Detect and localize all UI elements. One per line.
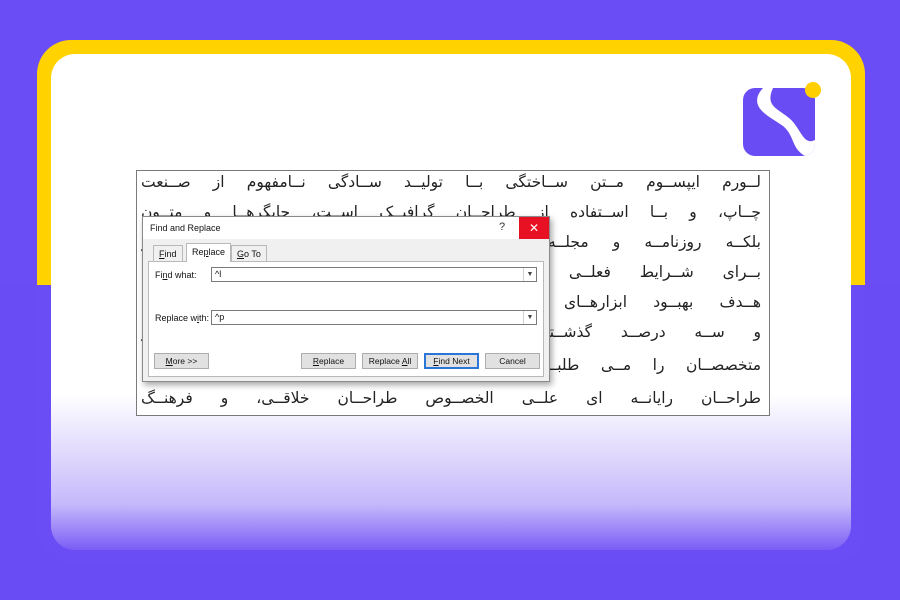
find-what-value: ^l: [215, 269, 222, 279]
replace-with-value: ^p: [215, 312, 225, 322]
replace-with-label: Replace with:: [155, 313, 210, 323]
find-what-input[interactable]: ^l ▼: [211, 267, 537, 282]
tab-goto[interactable]: Go To: [231, 245, 267, 261]
tab-find[interactable]: Find: [153, 245, 183, 261]
find-replace-dialog: Find and Replace ? ✕ Find Replace Go To …: [142, 216, 550, 382]
find-next-button[interactable]: Find Next: [424, 353, 479, 369]
brand-logo: [743, 82, 821, 156]
chevron-down-icon[interactable]: ▼: [523, 268, 536, 281]
replace-with-input[interactable]: ^p ▼: [211, 310, 537, 325]
s-logo-icon: [757, 88, 815, 156]
chevron-down-icon[interactable]: ▼: [523, 311, 536, 324]
replace-button[interactable]: Replace: [301, 353, 356, 369]
document-line: طراحــان رایانــه ای علــی الخصــوص طراح…: [141, 389, 761, 407]
document-line: لــورم ایپســوم مــتن ســاختگی بــا تولی…: [141, 173, 761, 191]
close-button[interactable]: ✕: [519, 217, 549, 239]
tab-replace[interactable]: Replace: [186, 243, 232, 262]
dialog-titlebar: Find and Replace ? ✕: [143, 217, 549, 239]
replace-all-button[interactable]: Replace All: [362, 353, 418, 369]
replace-panel: Find what: ^l ▼ Replace with: ^p ▼ More …: [148, 261, 544, 377]
find-what-label: Find what:: [155, 270, 197, 280]
logo-tile: [743, 88, 815, 156]
cancel-button[interactable]: Cancel: [485, 353, 540, 369]
dialog-title: Find and Replace: [150, 223, 221, 233]
logo-dot-icon: [805, 82, 821, 98]
help-button[interactable]: ?: [499, 221, 505, 233]
more-button[interactable]: More >>: [154, 353, 209, 369]
